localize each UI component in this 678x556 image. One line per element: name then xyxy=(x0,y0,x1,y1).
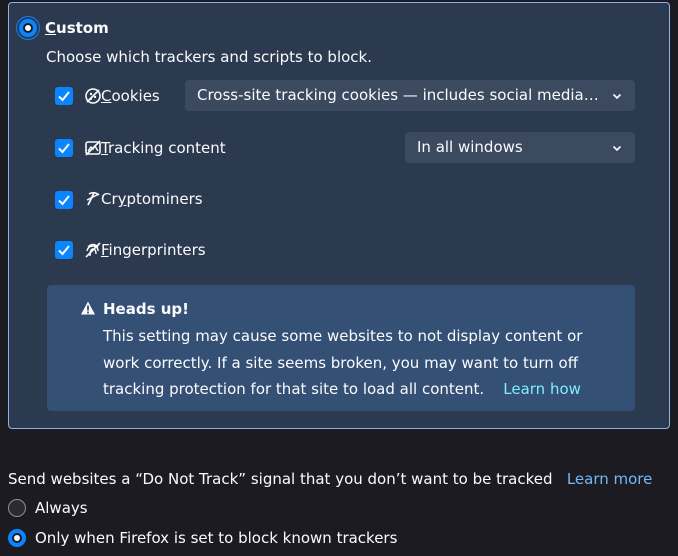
cookies-access-key: C xyxy=(101,87,112,105)
cookies-select[interactable]: Cross-site tracking cookies — includes s… xyxy=(185,80,635,111)
cookie-icon xyxy=(85,88,101,104)
cookies-label-rest: ookies xyxy=(111,87,160,105)
tracking-access-key: T xyxy=(101,139,108,157)
cryptominers-access-key: y xyxy=(117,190,127,208)
cryptominers-label[interactable]: Cryptominers xyxy=(101,189,203,209)
chevron-down-icon xyxy=(612,145,622,152)
dnt-always-label[interactable]: Always xyxy=(35,498,88,518)
heads-up-body: This setting may cause some websites to … xyxy=(103,323,613,403)
tracking-select-value: In all windows xyxy=(417,138,523,156)
checkmark-icon xyxy=(58,143,70,154)
custom-access-key: C xyxy=(45,19,57,37)
heads-up-message: Heads up! This setting may cause some we… xyxy=(47,285,635,411)
cryptominer-icon xyxy=(86,191,100,206)
checkmark-icon xyxy=(58,91,70,102)
custom-description: Choose which trackers and scripts to blo… xyxy=(46,48,372,66)
tracking-content-checkbox[interactable] xyxy=(55,139,73,157)
cryptominers-label-pre: Cr xyxy=(101,190,118,208)
cryptominers-label-rest: ptominers xyxy=(126,190,203,208)
cookies-select-value: Cross-site tracking cookies — includes s… xyxy=(197,86,603,104)
tracking-label-rest: racking content xyxy=(107,139,226,157)
custom-label-rest: ustom xyxy=(56,19,109,37)
dnt-learn-more-link[interactable]: Learn more xyxy=(567,470,653,488)
learn-how-link[interactable]: Learn how xyxy=(503,380,581,398)
dnt-text: Send websites a “Do Not Track” signal th… xyxy=(8,470,553,488)
heads-up-title: Heads up! xyxy=(103,300,189,318)
tracking-content-icon xyxy=(85,140,101,156)
fingerprinters-label-rest: ingerprinters xyxy=(108,241,206,259)
cryptominers-checkbox[interactable] xyxy=(55,191,73,209)
warning-icon xyxy=(81,301,95,315)
dnt-only-when-blocking-radio[interactable] xyxy=(8,529,26,547)
custom-radio[interactable] xyxy=(19,19,37,37)
dnt-always-radio[interactable] xyxy=(8,499,26,517)
fingerprinters-checkbox[interactable] xyxy=(55,241,73,259)
cookies-label[interactable]: Cookies xyxy=(101,86,160,106)
dnt-description: Send websites a “Do Not Track” signal th… xyxy=(8,469,652,489)
tracking-content-select[interactable]: In all windows xyxy=(405,132,635,163)
chevron-down-icon xyxy=(612,93,622,100)
fingerprinter-icon xyxy=(85,242,101,258)
fingerprinters-access-key: F xyxy=(101,241,109,259)
dnt-only-when-blocking-label[interactable]: Only when Firefox is set to block known … xyxy=(35,528,397,548)
tracking-content-label[interactable]: Tracking content xyxy=(101,138,226,158)
custom-protection-panel: Custom Choose which trackers and scripts… xyxy=(8,2,670,429)
cookies-checkbox[interactable] xyxy=(55,87,73,105)
checkmark-icon xyxy=(58,195,70,206)
checkmark-icon xyxy=(58,245,70,256)
fingerprinters-label[interactable]: Fingerprinters xyxy=(101,240,206,260)
custom-label[interactable]: Custom xyxy=(45,18,109,38)
